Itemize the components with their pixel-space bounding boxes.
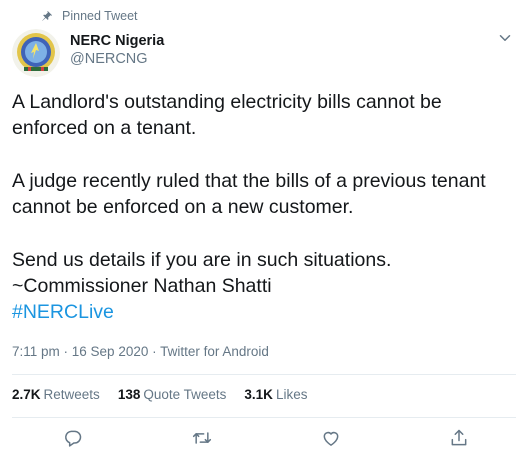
nerc-logo-icon [12, 29, 60, 77]
quote-tweets-label: Quote Tweets [143, 387, 227, 402]
likes-count: 3.1K [244, 387, 273, 402]
hashtag-link[interactable]: #NERCLive [12, 301, 114, 323]
divider [12, 417, 516, 418]
reply-button[interactable] [62, 427, 84, 449]
tweet-signature: ~Commissioner Nathan Shatti [12, 275, 272, 297]
chevron-down-icon[interactable] [496, 29, 514, 47]
quote-tweets-count: 138 [117, 387, 141, 402]
tweet-text: A Landlord's outstanding electricity bil… [12, 89, 522, 325]
retweets-count: 2.7K [12, 387, 41, 402]
pin-icon [42, 10, 52, 21]
divider [12, 374, 516, 375]
tweet-paragraph: A judge recently ruled that the bills of… [12, 170, 486, 218]
retweet-button[interactable] [191, 427, 213, 449]
like-button[interactable] [320, 427, 342, 449]
tweet-paragraph: A Landlord's outstanding electricity bil… [12, 91, 442, 139]
reply-icon [65, 430, 82, 447]
quote-tweets-stat[interactable]: 138 Quote Tweets [118, 387, 227, 402]
tweet-paragraph: Send us details if you are in such situa… [12, 249, 392, 271]
avatar[interactable] [12, 29, 60, 77]
display-name[interactable]: NERC Nigeria [70, 32, 164, 50]
tweet-meta: 7:11 pm · 16 Sep 2020 · Twitter for Andr… [12, 344, 269, 359]
pinned-label: Pinned Tweet [62, 9, 138, 23]
retweets-stat[interactable]: 2.7K Retweets [12, 387, 100, 402]
author-info[interactable]: NERC Nigeria @NERCNG [70, 32, 164, 69]
tweet-time[interactable]: 7:11 pm [12, 344, 60, 359]
like-icon [323, 431, 339, 446]
meta-separator: · [59, 344, 72, 359]
share-icon [451, 429, 467, 446]
tweet-actions [0, 427, 528, 451]
meta-separator: · [148, 344, 161, 359]
pinned-tweet-indicator: Pinned Tweet [40, 9, 138, 23]
tweet-stats: 2.7K Retweets 138 Quote Tweets 3.1K Likes [12, 387, 307, 402]
likes-stat[interactable]: 3.1K Likes [244, 387, 307, 402]
tweet-header: NERC Nigeria @NERCNG [12, 29, 516, 79]
likes-label: Likes [275, 387, 308, 402]
tweet-date[interactable]: 16 Sep 2020 [72, 344, 149, 359]
share-button[interactable] [448, 427, 470, 449]
retweets-label: Retweets [43, 387, 100, 402]
retweet-icon [192, 432, 212, 444]
tweet-source[interactable]: Twitter for Android [160, 344, 269, 359]
user-handle[interactable]: @NERCNG [70, 50, 164, 69]
